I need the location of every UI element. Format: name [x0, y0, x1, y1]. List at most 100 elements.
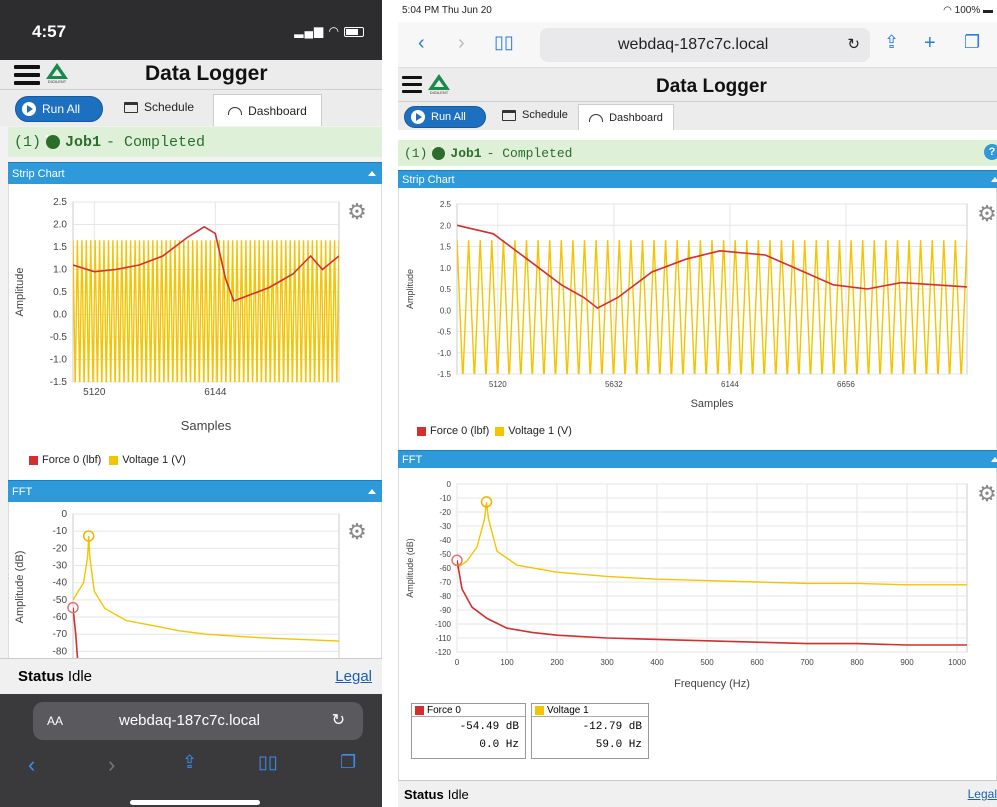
x-tick-label: 700: [800, 658, 814, 667]
toolbar: Run All Schedule Dashboard: [398, 102, 997, 130]
forward-icon[interactable]: ›: [108, 752, 115, 778]
y-tick-label: 0.5: [53, 287, 67, 298]
job-name[interactable]: Job1: [65, 134, 101, 151]
legal-link[interactable]: Legal: [968, 787, 997, 801]
strip-chart-header[interactable]: Strip Chart: [8, 162, 382, 184]
fft-peak-hz: 0.0 Hz: [479, 739, 519, 751]
run-all-button[interactable]: Run All: [15, 96, 103, 122]
fft-peak-db: -54.49 dB: [459, 721, 519, 733]
tabs-icon[interactable]: ❐: [340, 752, 356, 773]
dashboard-icon: [228, 106, 243, 115]
tabs-icon[interactable]: ❐: [964, 32, 980, 53]
bookmarks-icon[interactable]: ▯▯: [494, 32, 514, 53]
plot-area: [72, 513, 340, 661]
help-icon[interactable]: ?: [984, 144, 997, 160]
gear-icon[interactable]: ⚙: [347, 201, 367, 223]
menu-icon[interactable]: [402, 76, 422, 96]
phone-status-bar: 4:57 ▂▄▆ ◠: [0, 0, 382, 60]
legal-link[interactable]: Legal: [335, 668, 372, 685]
y-axis-label: Amplitude (dB): [14, 551, 26, 624]
x-tick-label: 5120: [489, 380, 507, 389]
y-tick-label: -1.0: [50, 355, 68, 366]
y-tick-label: -80: [439, 592, 451, 601]
run-all-button[interactable]: Run All: [404, 106, 486, 128]
collapse-icon[interactable]: [991, 176, 997, 182]
job-status-row: (1) Job1 - Completed: [8, 127, 382, 157]
share-icon[interactable]: ⇪: [182, 752, 197, 773]
collapse-icon[interactable]: [368, 488, 376, 494]
fft-chart: 0 -10 -20 -30 -40 -50 -60 -70 -80 -90 -100 -110 -120…: [405, 480, 968, 690]
fft-peak-hz: 59.0 Hz: [595, 739, 642, 751]
x-tick-label: 6144: [721, 380, 739, 389]
job-status-row: (1) Job1 - Completed: [398, 140, 997, 166]
status-value: Idle: [447, 786, 469, 802]
y-tick-label: 2.5: [53, 197, 67, 208]
new-tab-icon[interactable]: +: [924, 32, 936, 55]
y-tick-label: -50: [439, 550, 451, 559]
y-tick-label: 1.0: [440, 264, 452, 273]
y-tick-label: -1.5: [50, 377, 68, 388]
bookmarks-icon[interactable]: ▯▯: [258, 752, 278, 773]
collapse-icon[interactable]: [991, 456, 997, 462]
tab-dashboard[interactable]: Dashboard: [213, 94, 322, 126]
y-tick-label: 2.0: [53, 220, 67, 231]
voltage-swatch: [109, 455, 119, 465]
strip-chart-header[interactable]: Strip Chart: [398, 170, 997, 188]
fft-header[interactable]: FFT: [8, 480, 382, 502]
fft-card-force: Force 0 -54.49 dB 0.0 Hz: [411, 703, 526, 759]
fft-header[interactable]: FFT: [398, 450, 997, 468]
page-title: Data Logger: [656, 76, 767, 97]
text-size-button[interactable]: AA: [47, 714, 63, 728]
y-tick-label: -70: [439, 578, 451, 587]
gear-icon[interactable]: ⚙: [977, 483, 997, 505]
share-icon[interactable]: ⇪: [884, 32, 899, 53]
fft-chart: 0 -10 -20 -30 -40 -50 -60 -70 -80 Amplitude (dB): [14, 509, 340, 661]
y-tick-label: 1.5: [53, 242, 67, 253]
phone-screen: 4:57 ▂▄▆ ◠ DIGILENT Data Logger Run All …: [0, 0, 382, 807]
job-name[interactable]: Job1: [450, 146, 481, 161]
x-tick-label: 500: [700, 658, 714, 667]
status-bar: Status Idle Legal: [398, 780, 997, 807]
y-tick-label: 2.5: [440, 200, 452, 209]
x-tick-label: 100: [500, 658, 514, 667]
strip-chart: 2.5 2.0 1.5 1.0 0.5 0.0 -0.5 -1.0 -1.5 5120 6144 Am…: [14, 197, 340, 433]
x-axis-label: Samples: [691, 398, 734, 410]
y-tick-label: 1.5: [440, 243, 452, 252]
forward-icon[interactable]: ›: [458, 32, 465, 55]
collapse-icon[interactable]: [368, 170, 376, 176]
gear-icon[interactable]: ⚙: [977, 203, 997, 225]
tab-schedule[interactable]: Schedule: [124, 100, 194, 114]
tab-schedule[interactable]: Schedule: [502, 109, 568, 121]
address-bar[interactable]: webdaq-187c7c.local ↻: [540, 28, 870, 62]
y-tick-label: -40: [439, 536, 451, 545]
calendar-icon: [502, 109, 516, 121]
x-axis-label: Samples: [181, 418, 232, 433]
menu-icon[interactable]: [14, 65, 40, 85]
x-tick-label: 5632: [605, 380, 623, 389]
reload-icon[interactable]: ↻: [332, 710, 345, 730]
page-title: Data Logger: [145, 62, 268, 85]
completed-check-icon: [46, 135, 61, 149]
x-tick-label: 6144: [204, 387, 227, 398]
y-tick-label: -70: [53, 629, 68, 640]
play-icon: [411, 110, 425, 124]
x-tick-label: 400: [650, 658, 664, 667]
y-tick-label: -30: [53, 561, 68, 572]
back-icon[interactable]: ‹: [28, 752, 35, 778]
x-axis-label: Frequency (Hz): [674, 678, 750, 690]
back-icon[interactable]: ‹: [418, 32, 425, 55]
y-tick-label: -10: [439, 494, 451, 503]
x-tick-label: 200: [550, 658, 564, 667]
address-bar[interactable]: AA webdaq-187c7c.local ↻: [33, 702, 363, 740]
reload-icon[interactable]: ↻: [847, 35, 860, 53]
y-tick-label: -20: [439, 508, 451, 517]
completed-check-icon: [432, 146, 446, 160]
x-tick-label: 6656: [837, 380, 855, 389]
phone-clock: 4:57: [32, 22, 67, 41]
gear-icon[interactable]: ⚙: [347, 521, 367, 543]
toolbar: Run All Schedule Dashboard: [0, 90, 382, 126]
y-tick-label: -1.5: [437, 370, 451, 379]
tab-dashboard[interactable]: Dashboard: [578, 104, 674, 130]
calendar-icon: [124, 101, 138, 113]
y-tick-label: -50: [53, 595, 68, 606]
